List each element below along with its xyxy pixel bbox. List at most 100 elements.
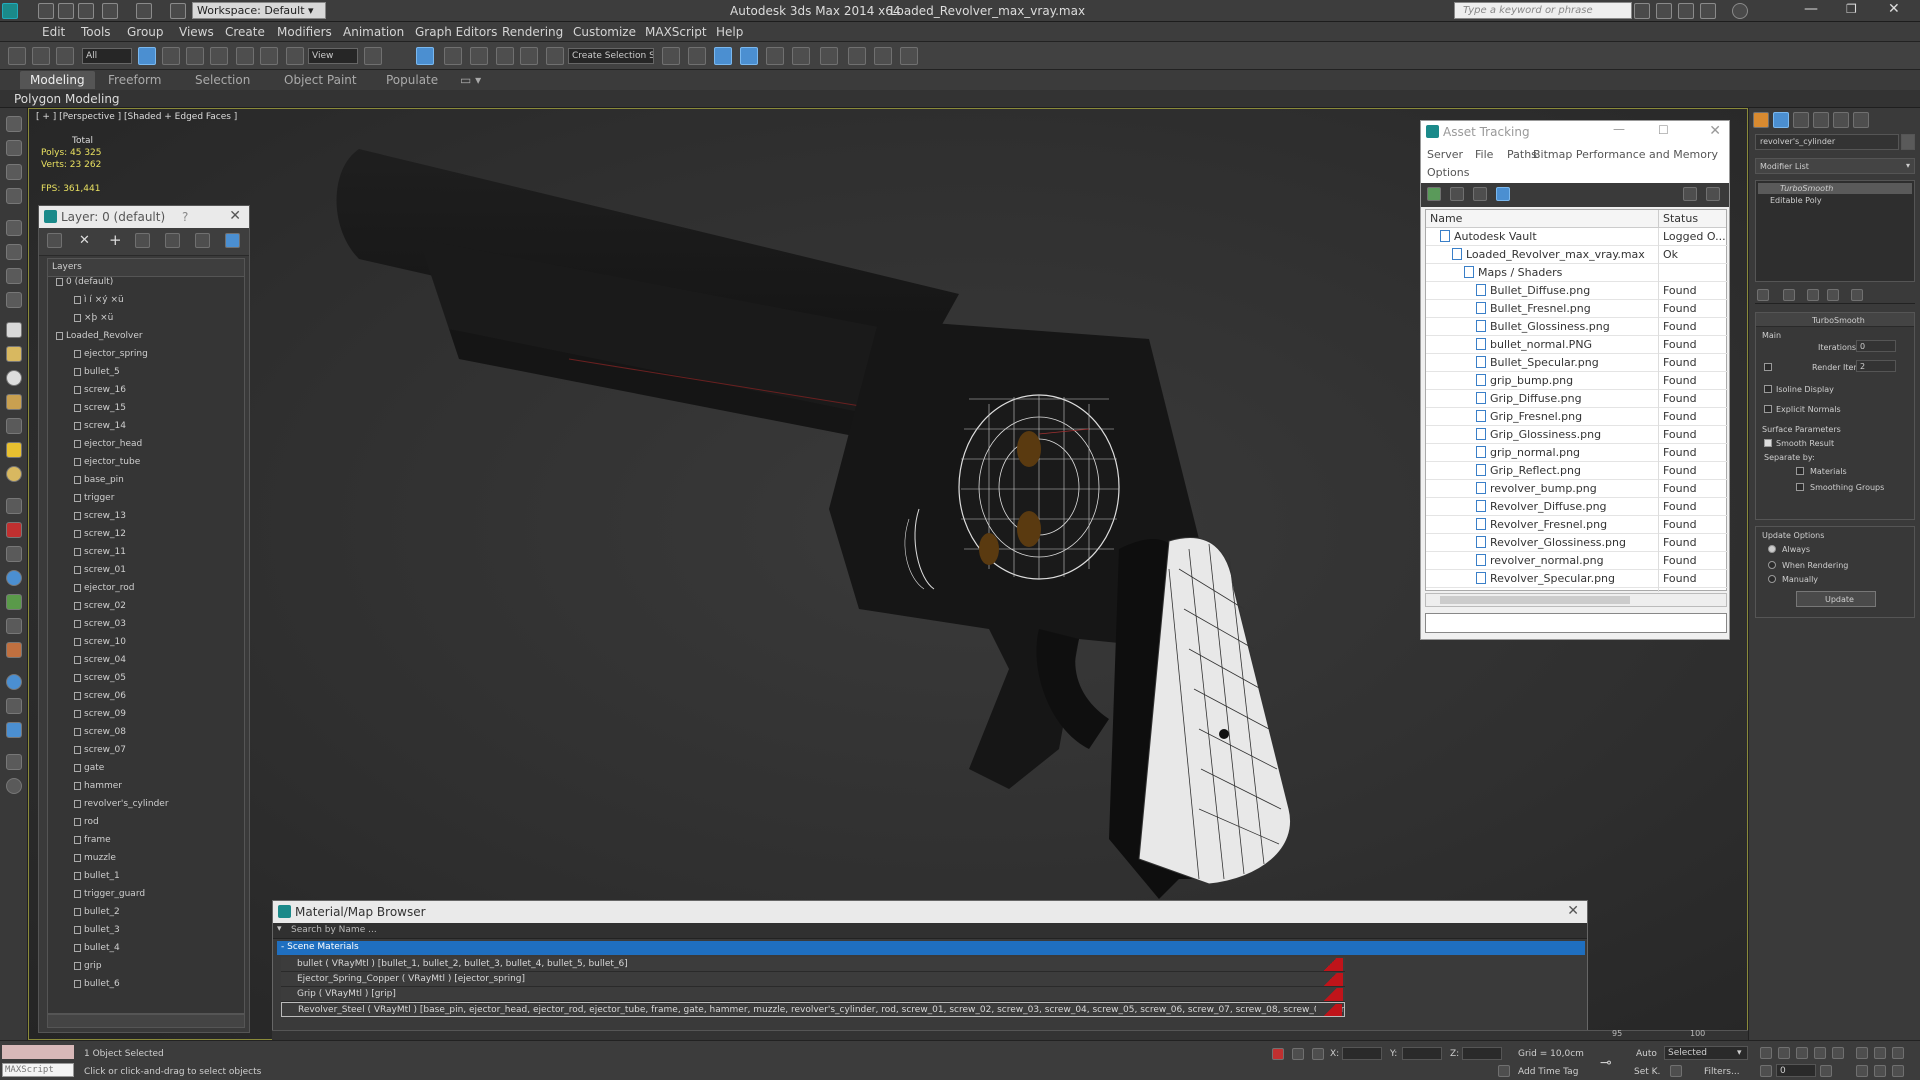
rendered-frame-window-icon[interactable]	[874, 47, 892, 65]
polygon-modeling-panel[interactable]: Polygon Modeling	[14, 92, 120, 106]
select-objects-in-layer-icon[interactable]	[165, 233, 180, 248]
utilities-tab-icon[interactable]	[1853, 112, 1869, 128]
asset-horizontal-scrollbar[interactable]	[1425, 593, 1727, 607]
list-item[interactable]: rod	[74, 817, 99, 835]
binoculars-icon[interactable]	[1634, 3, 1650, 19]
set-key-icon[interactable]	[1670, 1065, 1682, 1077]
asset-grid-icon[interactable]	[1496, 187, 1510, 201]
list-item[interactable]: screw_05	[74, 673, 126, 691]
table-row[interactable]: Grip_Diffuse.png Found	[1426, 390, 1728, 408]
key-mode-icon[interactable]	[1760, 1065, 1772, 1077]
menu-rendering[interactable]: Rendering	[502, 25, 563, 39]
modify-tab-icon[interactable]	[1773, 112, 1789, 128]
list-item[interactable]: bullet_5	[74, 367, 120, 385]
next-frame-icon[interactable]	[1814, 1047, 1826, 1059]
asset-maximize-icon[interactable]: ☐	[1658, 123, 1669, 137]
redo-icon[interactable]	[136, 3, 152, 19]
named-selection-set-dropdown[interactable]: Create Selection Se	[568, 48, 654, 64]
percent-snap-icon[interactable]	[496, 47, 514, 65]
table-row[interactable]: Bullet_Diffuse.png Found	[1426, 282, 1728, 300]
cone-icon[interactable]	[6, 418, 22, 434]
field-of-view-icon[interactable]	[1856, 1065, 1868, 1077]
search-input[interactable]: Type a keyword or phrase	[1454, 2, 1632, 19]
foliage-icon[interactable]	[6, 594, 22, 610]
new-file-icon[interactable]	[38, 3, 54, 19]
list-item[interactable]: bullet_3	[74, 925, 120, 943]
when-rendering-radio[interactable]	[1768, 561, 1776, 569]
layer-help-icon[interactable]: ?	[182, 210, 188, 224]
material-browser-header[interactable]: Material/Map Browser ✕	[273, 901, 1587, 923]
maximize-icon[interactable]: ❐	[1846, 2, 1857, 16]
asset-table-icon[interactable]	[1473, 187, 1487, 201]
rotate-icon[interactable]	[260, 47, 278, 65]
table-row[interactable]: Revolver_Diffuse.png Found	[1426, 498, 1728, 516]
table-row[interactable]: Bullet_Glossiness.png Found	[1426, 318, 1728, 336]
search-options-icon[interactable]: ▾	[277, 924, 282, 934]
helper-icon[interactable]	[6, 268, 22, 284]
list-item[interactable]: screw_15	[74, 403, 126, 421]
list-item[interactable]: ì í ×ý ×ü	[74, 295, 124, 313]
layer-horizontal-scrollbar[interactable]	[47, 1014, 245, 1028]
menu-graph-editors[interactable]: Graph Editors	[415, 25, 497, 39]
box-icon[interactable]	[6, 140, 22, 156]
add-layer-icon[interactable]: +	[109, 231, 122, 249]
particle-icon[interactable]	[6, 546, 22, 562]
table-row[interactable]: Grip_Glossiness.png Found	[1426, 426, 1728, 444]
plane-icon[interactable]	[6, 322, 22, 338]
scene-materials-group[interactable]: - Scene Materials	[277, 941, 1585, 955]
table-row[interactable]: grip_bump.png Found	[1426, 372, 1728, 390]
material-browser-close-icon[interactable]: ✕	[1567, 903, 1579, 919]
curve-editor-icon[interactable]	[792, 47, 810, 65]
render-iters-checkbox[interactable]	[1764, 363, 1772, 371]
asset-col-status[interactable]: Status	[1658, 210, 1702, 228]
maxscript-field[interactable]: MAXScript	[2, 1063, 74, 1077]
geosphere-icon[interactable]	[6, 370, 22, 386]
select-manipulate-icon[interactable]	[416, 47, 434, 65]
tab-freeform[interactable]: Freeform	[108, 73, 161, 87]
hair-icon[interactable]	[6, 618, 22, 634]
manually-radio[interactable]	[1768, 575, 1776, 583]
isoline-checkbox[interactable]	[1764, 385, 1772, 393]
x-coordinate-field[interactable]	[1342, 1047, 1382, 1060]
rectangular-selection-icon[interactable]	[186, 47, 204, 65]
cylinder-icon[interactable]	[6, 394, 22, 410]
list-item[interactable]: screw_11	[74, 547, 126, 565]
bind-spacewarp-icon[interactable]	[56, 47, 74, 65]
motion-tab-icon[interactable]	[1813, 112, 1829, 128]
object-color-swatch[interactable]	[1901, 134, 1915, 150]
absolute-mode-icon[interactable]	[1312, 1048, 1324, 1060]
list-item[interactable]: bullet_4	[74, 943, 120, 961]
previous-frame-icon[interactable]	[1778, 1047, 1790, 1059]
play-icon[interactable]	[1796, 1047, 1808, 1059]
list-item[interactable]: ejector_tube	[74, 457, 140, 475]
asset-menu-options[interactable]: Options	[1427, 166, 1469, 179]
asset-menu-server[interactable]: Server	[1427, 148, 1463, 161]
globe-icon[interactable]	[6, 570, 22, 586]
menu-edit[interactable]: Edit	[42, 25, 65, 39]
list-item[interactable]: screw_02	[74, 601, 126, 619]
teapot-icon[interactable]	[6, 116, 22, 132]
graphite-toolbar-icon[interactable]	[766, 47, 784, 65]
layer-loaded-revolver[interactable]: Loaded_Revolver	[56, 331, 143, 349]
list-item[interactable]: ejector_spring	[74, 349, 148, 367]
grid-icon[interactable]	[6, 188, 22, 204]
render-production-icon[interactable]	[900, 47, 918, 65]
make-unique-icon[interactable]	[1807, 289, 1819, 301]
modifier-list-dropdown[interactable]: Modifier List ▾	[1755, 158, 1915, 174]
layer-panel-header[interactable]: Layer: 0 (default) ? ✕	[39, 206, 249, 228]
camera-icon[interactable]	[6, 244, 22, 260]
communication-icon[interactable]	[1678, 3, 1694, 19]
list-item[interactable]: trigger	[74, 493, 114, 511]
bones-icon[interactable]	[6, 498, 22, 514]
tab-modeling[interactable]: Modeling	[20, 71, 95, 89]
menu-customize[interactable]: Customize	[573, 25, 636, 39]
smooth-result-checkbox[interactable]	[1764, 439, 1772, 447]
menu-modifiers[interactable]: Modifiers	[277, 25, 332, 39]
table-row[interactable]: revolver_normal.png Found	[1426, 552, 1728, 570]
layer-properties-icon[interactable]	[225, 233, 240, 248]
zoom-extents-icon[interactable]	[1892, 1047, 1904, 1059]
asset-path-field[interactable]	[1425, 613, 1727, 633]
link-icon[interactable]	[8, 47, 26, 65]
table-row[interactable]: Grip_Reflect.png Found	[1426, 462, 1728, 480]
environment-icon[interactable]	[6, 722, 22, 738]
